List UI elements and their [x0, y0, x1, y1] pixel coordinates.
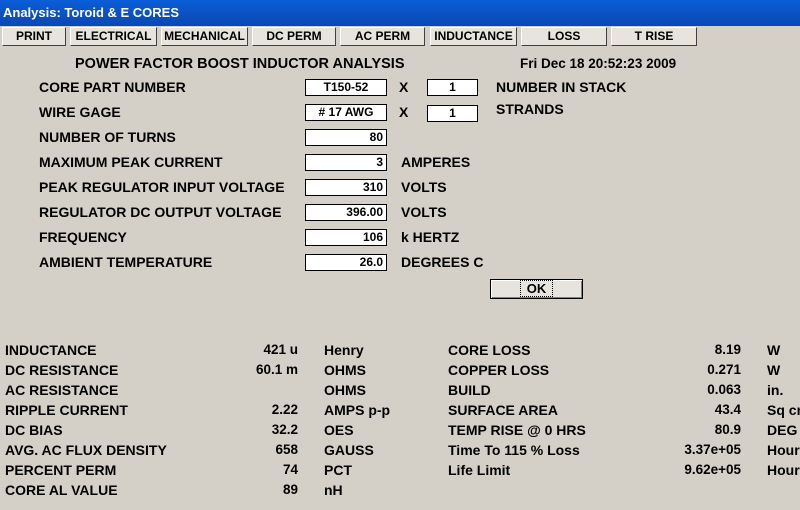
result-left-label: DC RESISTANCE [5, 362, 119, 378]
result-left-value: 658 [275, 442, 298, 457]
result-left-label: DC BIAS [5, 422, 63, 438]
peak-current-field[interactable]: 3 [305, 154, 387, 171]
output-voltage-label: REGULATOR DC OUTPUT VOLTAGE [39, 204, 282, 220]
result-right-label: Time To 115 % Loss [448, 442, 580, 458]
result-right-value: 0.063 [707, 382, 741, 397]
result-left-value: 421 u [263, 342, 298, 357]
result-right-value: 8.19 [714, 342, 741, 357]
result-left-unit: GAUSS [324, 442, 374, 458]
result-right-unit: in. [767, 382, 784, 398]
tab-dc-perm[interactable]: DC PERM [252, 27, 336, 46]
tab-print[interactable]: PRINT [2, 27, 66, 46]
tab-inductance[interactable]: INDUCTANCE [430, 27, 517, 46]
result-left-unit: nH [324, 482, 343, 498]
result-left-unit: OHMS [324, 362, 366, 378]
result-right-value: 43.4 [714, 402, 741, 417]
result-right-label: BUILD [448, 382, 491, 398]
result-left-label: CORE AL VALUE [5, 482, 118, 498]
result-left-unit: OHMS [324, 382, 366, 398]
result-right-unit: Hours [767, 442, 800, 458]
result-right-value: 3.37e+05 [684, 442, 741, 457]
result-left-label: AC RESISTANCE [5, 382, 119, 398]
input-voltage-unit: VOLTS [401, 179, 447, 195]
result-right-value: 80.9 [714, 422, 741, 437]
tab-loss[interactable]: LOSS [521, 27, 607, 46]
timestamp: Fri Dec 18 20:52:23 2009 [520, 56, 677, 71]
output-voltage-field[interactable]: 396.00 [305, 204, 387, 221]
result-right-unit: Sq cm [767, 402, 800, 418]
result-right-unit: Hours [767, 462, 800, 478]
result-left-unit: OES [324, 422, 354, 438]
tab-bar: PRINT ELECTRICAL MECHANICAL DC PERM AC P… [0, 26, 800, 47]
result-left-value: 89 [282, 482, 298, 497]
result-left-unit: AMPS p-p [324, 402, 391, 418]
core-part-field[interactable]: T150-52 [305, 79, 387, 96]
result-left-value: 74 [282, 462, 298, 477]
result-right-label: SURFACE AREA [448, 402, 558, 418]
ambient-temp-field[interactable]: 26.0 [305, 254, 387, 271]
input-voltage-label: PEAK REGULATOR INPUT VOLTAGE [39, 179, 285, 195]
peak-current-unit: AMPERES [401, 154, 471, 170]
tab-ac-perm[interactable]: AC PERM [340, 27, 425, 46]
stack-multiplier-x: X [399, 79, 409, 95]
stack-count-field[interactable]: 1 [427, 79, 478, 96]
result-left-label: PERCENT PERM [5, 462, 117, 478]
frequency-label: FREQUENCY [39, 229, 127, 245]
result-right-label: CORE LOSS [448, 342, 531, 358]
ok-button-label: OK [519, 280, 554, 297]
turns-field[interactable]: 80 [305, 129, 387, 146]
result-right-unit: W [767, 342, 781, 358]
result-left-label: RIPPLE CURRENT [5, 402, 128, 418]
result-left-value: 60.1 m [255, 362, 298, 377]
tab-mechanical[interactable]: MECHANICAL [161, 27, 248, 46]
result-right-unit: DEG C [767, 422, 800, 438]
result-left-unit: Henry [324, 342, 364, 358]
strands-multiplier-x: X [399, 104, 409, 120]
ambient-temp-label: AMBIENT TEMPERATURE [39, 254, 213, 270]
output-voltage-unit: VOLTS [401, 204, 447, 220]
peak-current-label: MAXIMUM PEAK CURRENT [39, 154, 223, 170]
wire-gage-field[interactable]: # 17 AWG [305, 104, 387, 121]
frequency-unit: k HERTZ [401, 229, 460, 245]
page-title: POWER FACTOR BOOST INDUCTOR ANALYSIS [75, 56, 405, 72]
frequency-field[interactable]: 106 [305, 229, 387, 246]
result-left-label: INDUCTANCE [5, 342, 97, 358]
ok-button[interactable]: OK [490, 279, 583, 299]
result-right-value: 0.271 [707, 362, 741, 377]
result-right-label: Life Limit [448, 462, 511, 478]
stack-label: NUMBER IN STACK [496, 79, 627, 95]
turns-label: NUMBER OF TURNS [39, 129, 176, 145]
result-right-label: TEMP RISE @ 0 HRS [448, 422, 586, 438]
result-right-label: COPPER LOSS [448, 362, 550, 378]
result-left-value: 2.22 [271, 402, 298, 417]
result-left-label: AVG. AC FLUX DENSITY [5, 442, 167, 458]
window-title-bar: Analysis: Toroid & E CORES [0, 0, 800, 26]
input-voltage-field[interactable]: 310 [305, 179, 387, 196]
core-part-label: CORE PART NUMBER [39, 79, 186, 95]
ambient-temp-unit: DEGREES C [401, 254, 484, 270]
result-right-unit: W [767, 362, 781, 378]
tab-t-rise[interactable]: T RISE [611, 27, 697, 46]
result-right-value: 9.62e+05 [684, 462, 741, 477]
strands-count-field[interactable]: 1 [427, 105, 478, 122]
result-left-unit: PCT [324, 462, 352, 478]
wire-gage-label: WIRE GAGE [39, 104, 121, 120]
strands-label: STRANDS [496, 101, 564, 117]
window-title: Analysis: Toroid & E CORES [3, 5, 180, 20]
result-left-value: 32.2 [271, 422, 298, 437]
tab-electrical[interactable]: ELECTRICAL [70, 27, 157, 46]
